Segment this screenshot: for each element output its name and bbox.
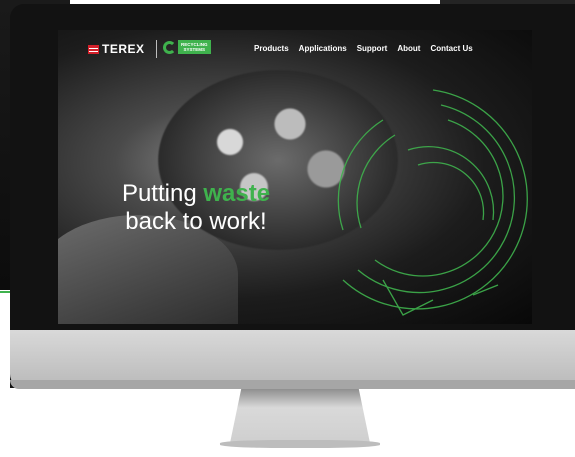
brand-name: TEREX bbox=[102, 42, 145, 56]
hero-line-2: back to work! bbox=[125, 208, 267, 235]
website-screen: TEREX RECYCLING SYSTEMS Products Applica… bbox=[58, 30, 532, 324]
nav-support[interactable]: Support bbox=[357, 44, 388, 53]
recycling-systems-badge: RECYCLING SYSTEMS bbox=[178, 40, 211, 54]
nav-applications[interactable]: Applications bbox=[299, 44, 347, 53]
monitor-stand-base bbox=[220, 440, 380, 448]
monitor-chin-edge bbox=[10, 380, 575, 389]
recycle-ring-icon bbox=[163, 40, 176, 54]
hero-headline: Putting waste back to work! bbox=[66, 180, 326, 236]
hero-accent-word: waste bbox=[203, 180, 271, 207]
nav-contact-us[interactable]: Contact Us bbox=[430, 44, 472, 53]
recycling-systems-logo[interactable]: RECYCLING SYSTEMS bbox=[163, 40, 211, 54]
hero-line-1: Putting waste bbox=[66, 180, 326, 208]
nav-about[interactable]: About bbox=[397, 44, 420, 53]
monitor-stand bbox=[230, 389, 370, 443]
hero-line-1-prefix: Putting bbox=[121, 180, 204, 207]
terex-mark-icon bbox=[88, 44, 99, 54]
main-navigation: Products Applications Support About Cont… bbox=[254, 44, 473, 53]
nav-products[interactable]: Products bbox=[254, 44, 289, 53]
terex-logo[interactable]: TEREX bbox=[88, 42, 145, 56]
site-header: TEREX RECYCLING SYSTEMS Products Applica… bbox=[58, 30, 532, 68]
badge-line-2: SYSTEMS bbox=[183, 47, 206, 52]
logo-divider bbox=[156, 40, 157, 58]
recycle-rings-graphic bbox=[337, 89, 528, 316]
